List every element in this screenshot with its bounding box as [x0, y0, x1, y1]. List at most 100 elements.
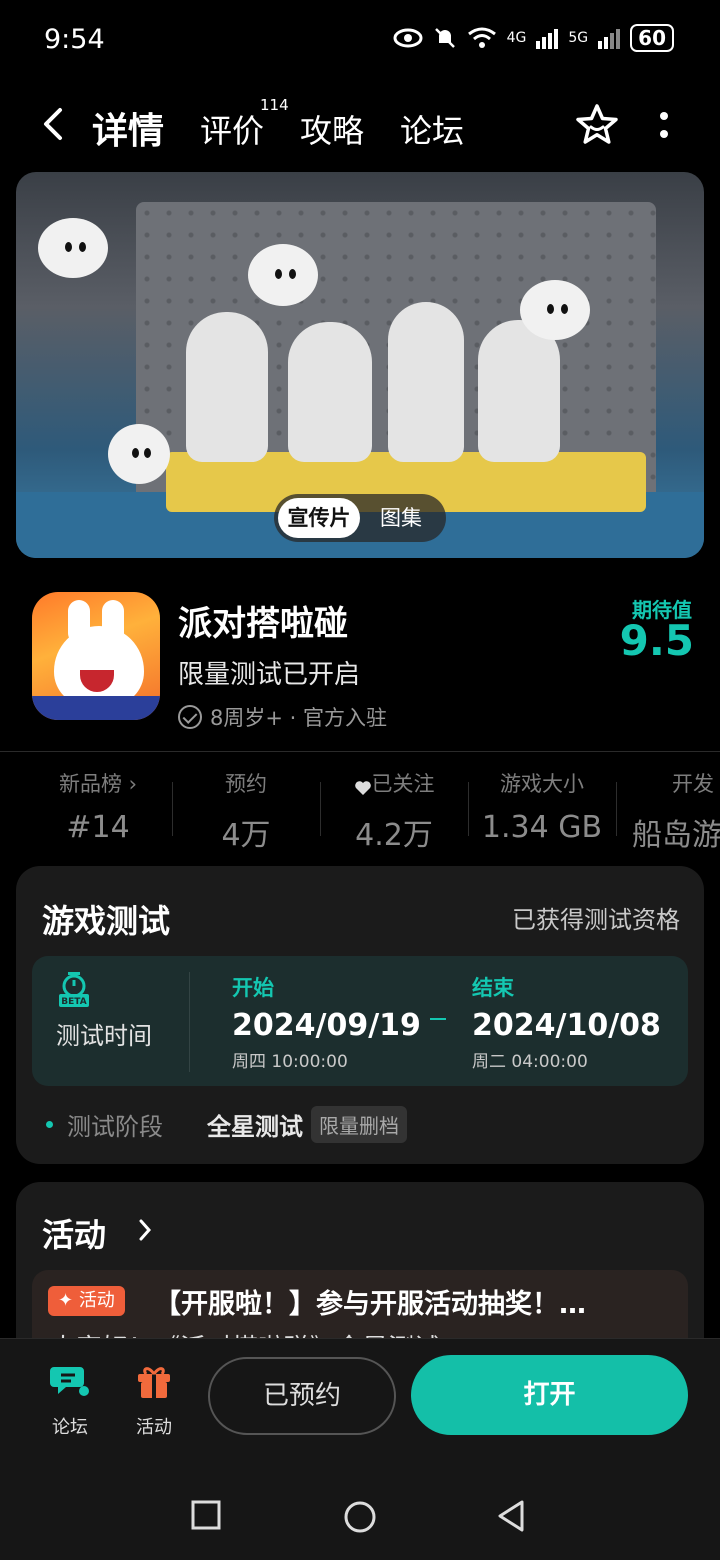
forum-button[interactable]: 论坛 — [30, 1361, 110, 1439]
panel-divider — [189, 972, 190, 1072]
stat-value: 船岛游 — [632, 818, 720, 853]
test-card-title: 游戏测试 — [42, 902, 171, 940]
beta-clock-icon: BETA — [59, 972, 89, 1007]
test-qualification: 已获得测试资格 — [512, 906, 680, 934]
top-nav: 详情 评价 114 攻略 论坛 — [0, 90, 720, 160]
forum-chat-icon — [50, 1367, 89, 1396]
tab-gallery[interactable]: 图集 — [360, 498, 442, 538]
bullet-dot — [46, 1121, 53, 1128]
more-menu-icon[interactable] — [650, 108, 678, 144]
home-icon[interactable] — [342, 1499, 378, 1535]
icon-base — [32, 696, 160, 720]
phase-value: 全星测试 — [207, 1113, 303, 1141]
phase-label: 测试阶段 — [67, 1113, 163, 1141]
stat-value: 4万 — [221, 818, 271, 853]
end-label: 结束 — [472, 976, 514, 1000]
wifi-icon — [467, 27, 496, 48]
app-icon — [32, 592, 160, 720]
game-test-card: 游戏测试 已获得测试资格 BETA 测试时间 开始 2024/09/19 周四 … — [16, 866, 704, 1164]
mascot-ghost — [520, 280, 590, 340]
figurine — [186, 312, 268, 462]
stat-label: 已关注 — [320, 768, 468, 798]
start-time: 周四 10:00:00 — [232, 1052, 348, 1072]
test-phase-row: 测试阶段 全星测试 限量删档 — [46, 1106, 407, 1143]
battery-icon: 60 — [630, 24, 674, 52]
signal-icon — [536, 29, 559, 49]
gift-icon — [138, 1367, 170, 1398]
mute-bell-icon — [434, 28, 455, 48]
activity-badge-label: 活动 — [78, 1290, 115, 1311]
phase-tag: 限量删档 — [311, 1106, 407, 1143]
network-5g: 5G — [568, 30, 589, 46]
stat-size: 游戏大小 1.34 GB — [468, 768, 616, 845]
activity-button[interactable]: 活动 — [114, 1361, 194, 1439]
review-count: 114 — [260, 96, 289, 114]
back-arrow-icon[interactable] — [38, 104, 66, 144]
figurine — [478, 320, 560, 462]
open-button[interactable]: 打开 — [411, 1355, 688, 1435]
tab-reviews[interactable]: 评价 — [200, 106, 264, 152]
megaphone-icon: ✦ — [58, 1290, 79, 1311]
stat-label: 新品榜 › — [58, 772, 138, 796]
end-date: 2024/10/08 — [472, 1008, 661, 1043]
tab-trailer[interactable]: 宣传片 — [278, 498, 360, 538]
tab-forum[interactable]: 论坛 — [400, 106, 464, 152]
stat-developer[interactable]: 开发 船岛游 — [616, 768, 720, 854]
heart-icon — [354, 777, 372, 795]
age-official: 8周岁+ · 官方入驻 — [210, 706, 387, 730]
activity-label: 活动 — [136, 1417, 172, 1438]
media-toggle: 宣传片 图集 — [274, 494, 446, 542]
status-icons: 4G 5G 60 — [393, 24, 674, 52]
test-time-label: 测试时间 — [56, 1022, 152, 1050]
verified-check-icon — [178, 705, 202, 729]
start-date: 2024/09/19 — [232, 1008, 421, 1043]
stats-row: 新品榜 › #14 预约 4万 已关注 4.2万 游戏大小 1.34 GB 开发… — [24, 768, 720, 853]
end-time: 周二 04:00:00 — [472, 1052, 588, 1072]
recent-apps-icon[interactable] — [190, 1499, 222, 1531]
mascot-ghost — [38, 218, 108, 278]
status-bar: 9:54 4G 5G 60 — [0, 0, 720, 80]
tab-details[interactable]: 详情 — [87, 102, 169, 154]
start-label: 开始 — [232, 976, 274, 1000]
bottom-action-bar: 论坛 活动 已预约 打开 — [0, 1338, 720, 1560]
stat-reservations: 预约 4万 — [172, 768, 320, 854]
reserved-button[interactable]: 已预约 — [208, 1357, 396, 1435]
figurine — [288, 322, 372, 462]
expectation-score: 9.5 — [619, 616, 694, 665]
tab-guides[interactable]: 攻略 — [300, 106, 364, 152]
figurine — [388, 302, 464, 462]
signal-icon-2 — [598, 29, 621, 49]
favorite-star-icon[interactable] — [574, 102, 620, 148]
stat-value: 1.34 GB — [481, 810, 603, 845]
status-time: 9:54 — [44, 24, 105, 55]
stat-label: 预约 — [225, 772, 267, 796]
beta-badge-text: BETA — [61, 997, 86, 1007]
mascot-ghost — [108, 424, 170, 484]
test-time-panel: BETA 测试时间 开始 2024/09/19 周四 10:00:00 结束 2… — [32, 956, 688, 1086]
hero-media[interactable]: 宣传片 图集 — [16, 172, 704, 558]
icon-face — [54, 626, 144, 706]
mascot-ghost — [248, 244, 318, 306]
activity-headline: 【开服啦！】参与开服活动抽奖！… — [154, 1289, 586, 1320]
stat-followers[interactable]: 已关注 4.2万 — [320, 768, 468, 854]
stat-new-chart[interactable]: 新品榜 › #14 — [24, 768, 172, 845]
date-range-dash — [430, 1018, 446, 1020]
activity-badge: ✦ 活动 — [48, 1286, 125, 1316]
stat-label-text: 已关注 — [371, 772, 435, 796]
app-subtitle: 限量测试已开启 — [178, 660, 361, 690]
stat-label: 开发 — [672, 772, 714, 796]
back-triangle-icon[interactable] — [496, 1499, 528, 1533]
stat-label: 游戏大小 — [500, 772, 584, 796]
test-end: 结束 2024/10/08 周二 04:00:00 — [472, 972, 661, 1072]
network-4g: 4G — [506, 30, 527, 46]
stat-value: 4.2万 — [355, 818, 433, 853]
forum-label: 论坛 — [52, 1417, 88, 1438]
eye-icon — [393, 28, 423, 48]
chevron-right-icon[interactable] — [138, 1218, 152, 1242]
activity-title[interactable]: 活动 — [42, 1210, 106, 1256]
app-title: 派对搭啦碰 — [178, 604, 348, 644]
test-start: 开始 2024/09/19 周四 10:00:00 — [232, 972, 421, 1072]
app-meta: 8周岁+ · 官方入驻 — [178, 702, 387, 732]
divider — [0, 751, 720, 752]
stat-value: #14 — [66, 810, 130, 845]
